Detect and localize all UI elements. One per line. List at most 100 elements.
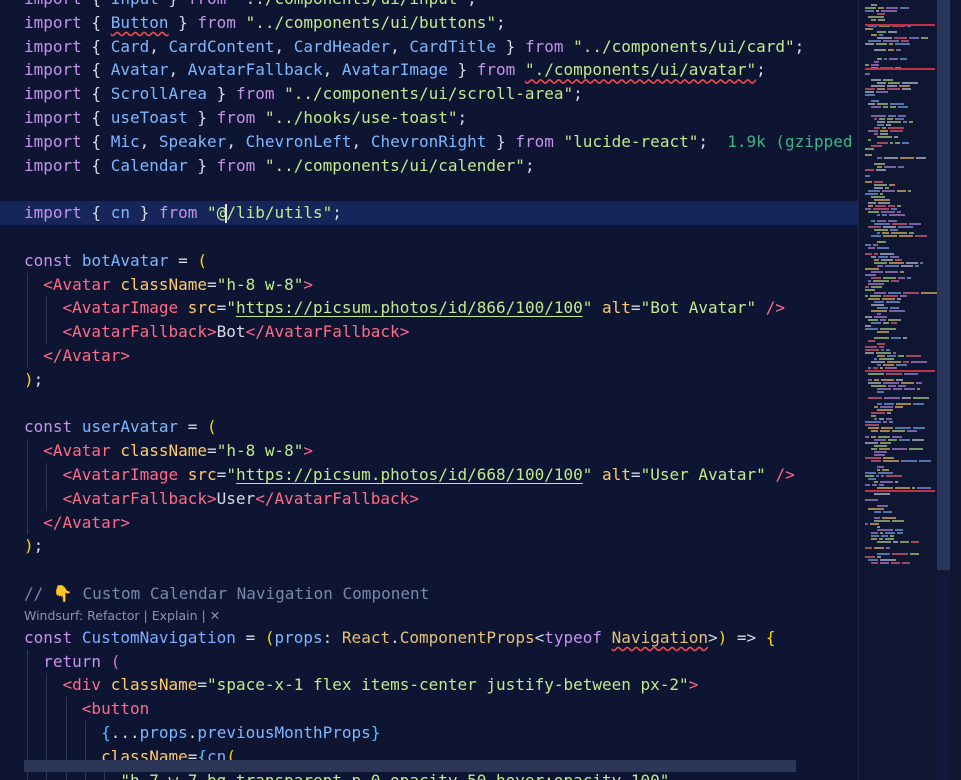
minimap-line <box>895 481 898 483</box>
minimap-line <box>877 487 893 489</box>
code-token: props <box>139 722 188 742</box>
code-lines[interactable]: import { Input } from "../components/ui/… <box>0 0 858 780</box>
scrollbar-thumb[interactable] <box>937 0 950 570</box>
code-line[interactable]: import { Calendar } from "../components/… <box>0 154 858 178</box>
active-code-line[interactable]: import { cn } from "@/lib/utils"; <box>0 201 858 225</box>
minimap-line <box>874 406 878 408</box>
code-line[interactable] <box>0 177 858 201</box>
minimap-line <box>868 280 871 282</box>
minimap-error-marker <box>865 24 935 26</box>
code-line[interactable]: return ( <box>0 649 858 674</box>
code-line[interactable]: <Avatar className="h-8 w-8"> <box>0 272 858 297</box>
minimap-line <box>877 220 886 222</box>
minimap-line <box>882 469 889 471</box>
minimap-line <box>871 538 877 540</box>
minimap-line <box>889 214 905 216</box>
minimap-line <box>865 64 869 66</box>
codelens-explain[interactable]: Explain <box>152 608 198 623</box>
codelens-close-icon[interactable]: ✕ <box>210 608 220 623</box>
minimap-line <box>865 328 878 330</box>
code-line[interactable]: <button <box>0 697 858 721</box>
code-token: , <box>149 36 169 56</box>
code-line[interactable]: import { Mic, Speaker, ChevronLeft, Chev… <box>0 130 858 154</box>
minimap-line <box>885 367 897 369</box>
code-editor[interactable]: import { Input } from "../components/ui/… <box>0 0 858 780</box>
code-line[interactable]: import { Card, CardContent, CardHeader, … <box>0 35 858 59</box>
code-line[interactable] <box>0 392 858 416</box>
code-line[interactable]: </Avatar> <box>0 343 858 368</box>
code-line[interactable]: const userAvatar = ( <box>0 415 858 439</box>
minimap-line <box>917 388 920 390</box>
minimap-line <box>888 31 897 33</box>
code-line[interactable]: // 👇 Custom Calendar Navigation Componen… <box>0 582 858 606</box>
minimap-line <box>877 214 880 216</box>
code-line[interactable]: </Avatar> <box>0 510 858 535</box>
code-line[interactable]: const CustomNavigation = (props: React.C… <box>0 626 858 650</box>
codelens-actions[interactable]: Windsurf: Refactor | Explain | ✕ <box>0 606 858 626</box>
code-line[interactable]: {...props.previousMonthProps} <box>0 720 858 745</box>
code-token: <AvatarImage <box>62 298 179 318</box>
minimap-line <box>897 211 901 213</box>
code-line[interactable]: import { ScrollArea } from "../component… <box>0 82 858 106</box>
codelens-refactor[interactable]: Windsurf: Refactor <box>24 608 140 623</box>
minimap-line <box>865 91 874 93</box>
code-line[interactable]: ); <box>0 368 858 392</box>
minimap-line <box>898 385 906 387</box>
minimap-line <box>912 487 915 489</box>
minimap-line <box>871 220 875 222</box>
code-line[interactable]: const botAvatar = ( <box>0 249 858 273</box>
code-line[interactable] <box>0 225 858 249</box>
minimap-line <box>879 448 890 450</box>
code-line[interactable]: <AvatarFallback>User</AvatarFallback> <box>0 486 858 511</box>
code-token: Calendar <box>110 155 188 175</box>
minimap-line <box>883 457 894 459</box>
minimap-line <box>877 265 883 267</box>
code-line[interactable]: ); <box>0 534 858 558</box>
minimap-line <box>897 298 901 300</box>
minimap-line <box>865 88 875 90</box>
code-line[interactable]: import { Button } from "../components/ui… <box>0 11 858 35</box>
minimap-line <box>868 226 881 228</box>
code-line[interactable]: import { Avatar, AvatarFallback, AvatarI… <box>0 58 858 82</box>
indent-guide <box>27 673 28 698</box>
code-token: > <box>708 627 718 647</box>
minimap-line <box>874 49 886 51</box>
minimap-line <box>865 94 875 96</box>
minimap-line <box>883 364 894 366</box>
code-line[interactable]: <AvatarImage src="https://picsum.photos/… <box>0 462 858 487</box>
minimap-line <box>902 562 910 564</box>
minimap-line <box>897 205 901 207</box>
minimap-line <box>886 124 891 126</box>
code-token: => <box>727 627 766 647</box>
minimap-line <box>871 361 885 363</box>
code-token: ComponentProps <box>399 627 535 647</box>
code-line[interactable] <box>0 558 858 582</box>
code-line[interactable]: import { useToast } from "../hooks/use-t… <box>0 106 858 130</box>
vertical-scrollbar[interactable] <box>937 0 950 780</box>
minimap-line <box>899 235 913 237</box>
code-line[interactable]: <Avatar className="h-8 w-8"> <box>0 439 858 463</box>
minimap-line <box>887 355 896 357</box>
minimap-line <box>868 340 875 342</box>
minimap-line <box>881 349 884 351</box>
code-token: " <box>582 298 593 318</box>
minimap-line <box>871 115 886 117</box>
code-line[interactable]: <AvatarImage src="https://picsum.photos/… <box>0 296 858 321</box>
code-line[interactable]: <AvatarFallback>Bot</AvatarFallback> <box>0 320 858 344</box>
minimap-line <box>877 553 890 555</box>
minimap-line <box>876 169 886 171</box>
minimap-line <box>883 40 899 42</box>
minimap-line <box>874 199 890 201</box>
minimap-line <box>871 64 879 66</box>
code-line[interactable]: <div className="space-x-1 flex items-cen… <box>0 673 858 698</box>
minimap-line <box>896 364 907 366</box>
code-line[interactable]: import { Input } from "../components/ui/… <box>0 0 858 11</box>
horizontal-scrollbar[interactable] <box>24 760 796 772</box>
minimap-line <box>880 406 893 408</box>
minimap-line <box>881 259 893 261</box>
minimap-line <box>868 559 878 561</box>
